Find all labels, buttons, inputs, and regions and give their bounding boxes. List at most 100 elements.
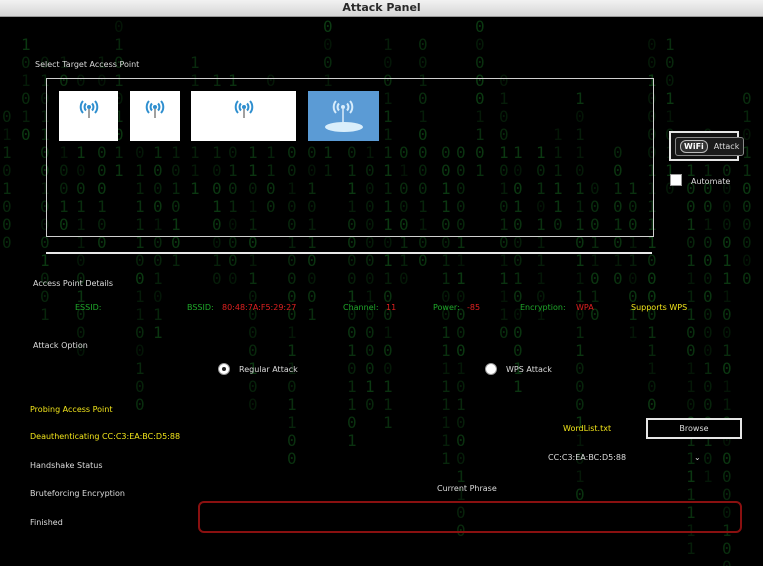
matrix-digit: 0	[513, 323, 523, 342]
matrix-digit: 0	[703, 323, 713, 342]
matrix-digit: 1	[287, 323, 297, 342]
matrix-digit: 0	[323, 53, 333, 72]
matrix-digit: 1	[383, 413, 393, 432]
matrix-digit: 0	[686, 233, 696, 252]
matrix-digit: 1	[575, 431, 585, 450]
matrix-digit: 1	[347, 431, 357, 450]
matrix-digit: 1	[153, 323, 163, 342]
matrix-digit: 0	[722, 233, 732, 252]
access-point-tile-selected[interactable]	[308, 91, 379, 141]
matrix-digit: 1	[383, 377, 393, 396]
current-phrase-field[interactable]	[198, 501, 742, 533]
matrix-digit: 0	[499, 323, 509, 342]
bssid-label: BSSID:	[187, 303, 214, 312]
matrix-digit: 1	[722, 377, 732, 396]
automate-checkbox[interactable]	[670, 174, 682, 186]
regular-attack-label: Regular Attack	[239, 365, 298, 374]
matrix-digit: 0	[703, 287, 713, 306]
matrix-digit: 1	[647, 359, 657, 378]
access-point-tile[interactable]	[59, 91, 118, 141]
matrix-digit: 0	[135, 341, 145, 360]
matrix-digit: 0	[703, 341, 713, 360]
matrix-digit: 0	[686, 341, 696, 360]
essid-label: ESSID:	[75, 303, 102, 312]
matrix-digit: 0	[475, 17, 485, 36]
matrix-digit: 0	[575, 359, 585, 378]
matrix-digit: 1	[647, 323, 657, 342]
matrix-digit: 0	[686, 395, 696, 414]
matrix-digit: 0	[722, 557, 732, 566]
matrix-digit: 0	[2, 233, 12, 252]
matrix-digit: 0	[686, 323, 696, 342]
matrix-digit: 0	[722, 305, 732, 324]
matrix-digit: 1	[383, 35, 393, 54]
channel-label: Channel:	[343, 303, 379, 312]
matrix-digit: 0	[228, 269, 238, 288]
matrix-digit: 0	[287, 431, 297, 450]
matrix-digit: 1	[686, 377, 696, 396]
access-point-tile[interactable]	[130, 91, 180, 141]
matrix-digit: 0	[365, 323, 375, 342]
attack-button-label: Attack	[713, 141, 740, 151]
power-label: Power:	[433, 303, 460, 312]
matrix-digit: 1	[135, 305, 145, 324]
matrix-digit: 0	[399, 269, 409, 288]
matrix-digit: 1	[742, 161, 752, 180]
matrix-digit: 0	[248, 323, 258, 342]
matrix-digit: 0	[323, 35, 333, 54]
matrix-digit: 1	[383, 395, 393, 414]
wps-attack-radio[interactable]	[485, 363, 497, 375]
matrix-digit: 0	[347, 323, 357, 342]
probing-status: Probing Access Point	[30, 405, 113, 414]
matrix-digit: 1	[153, 305, 163, 324]
matrix-digit: 0	[347, 413, 357, 432]
matrix-digit: 0	[456, 323, 466, 342]
client-select[interactable]: CC:C3:EA:BC:D5:88 ⌄	[548, 453, 708, 469]
browse-button[interactable]: Browse	[646, 418, 742, 439]
wifi-tower-icon	[145, 100, 165, 118]
matrix-digit: 1	[40, 305, 50, 324]
matrix-digit: 0	[647, 269, 657, 288]
select-target-label: Select Target Access Point	[35, 60, 140, 69]
matrix-digit: 1	[536, 269, 546, 288]
attack-option-label: Attack Option	[33, 341, 88, 350]
wifi-tower-icon	[324, 100, 363, 132]
matrix-digit: 0	[722, 323, 732, 342]
access-point-tile[interactable]	[191, 91, 296, 141]
matrix-digit: 1	[456, 269, 466, 288]
radio-selected-dot	[222, 367, 226, 371]
matrix-digit: 0	[383, 341, 393, 360]
matrix-digit: 0	[418, 35, 428, 54]
matrix-digit: 0	[135, 377, 145, 396]
attack-button[interactable]: WiFi Attack	[669, 131, 745, 161]
matrix-digit: 0	[153, 287, 163, 306]
wifi-tower-icon	[234, 100, 253, 118]
matrix-digit: 0	[722, 359, 732, 378]
matrix-digit: 0	[613, 269, 623, 288]
matrix-digit: 0	[703, 269, 713, 288]
matrix-digit: 1	[575, 269, 585, 288]
matrix-digit: 0	[722, 539, 732, 558]
matrix-digit: 1	[441, 431, 451, 450]
matrix-digit: 1	[21, 35, 31, 54]
matrix-digit: 0	[383, 53, 393, 72]
matrix-digit: 1	[722, 269, 732, 288]
matrix-digit: 0	[513, 341, 523, 360]
matrix-digit: 1	[135, 287, 145, 306]
matrix-digit: 0	[456, 431, 466, 450]
matrix-digit: 0	[742, 251, 752, 270]
matrix-digit: 1	[21, 71, 31, 90]
matrix-digit: 0	[703, 377, 713, 396]
matrix-digit: 1	[722, 395, 732, 414]
matrix-digit: 0	[742, 197, 752, 216]
matrix-digit: 1	[456, 395, 466, 414]
client-select-value: CC:C3:EA:BC:D5:88	[548, 453, 627, 462]
matrix-digit: 0	[742, 269, 752, 288]
matrix-digit: 0	[2, 197, 12, 216]
matrix-digit: 1	[383, 269, 393, 288]
matrix-digit: 0	[40, 287, 50, 306]
matrix-digit: 0	[307, 287, 317, 306]
matrix-digit: 0	[722, 215, 732, 234]
matrix-digit: 1	[114, 35, 124, 54]
regular-attack-radio[interactable]	[218, 363, 230, 375]
